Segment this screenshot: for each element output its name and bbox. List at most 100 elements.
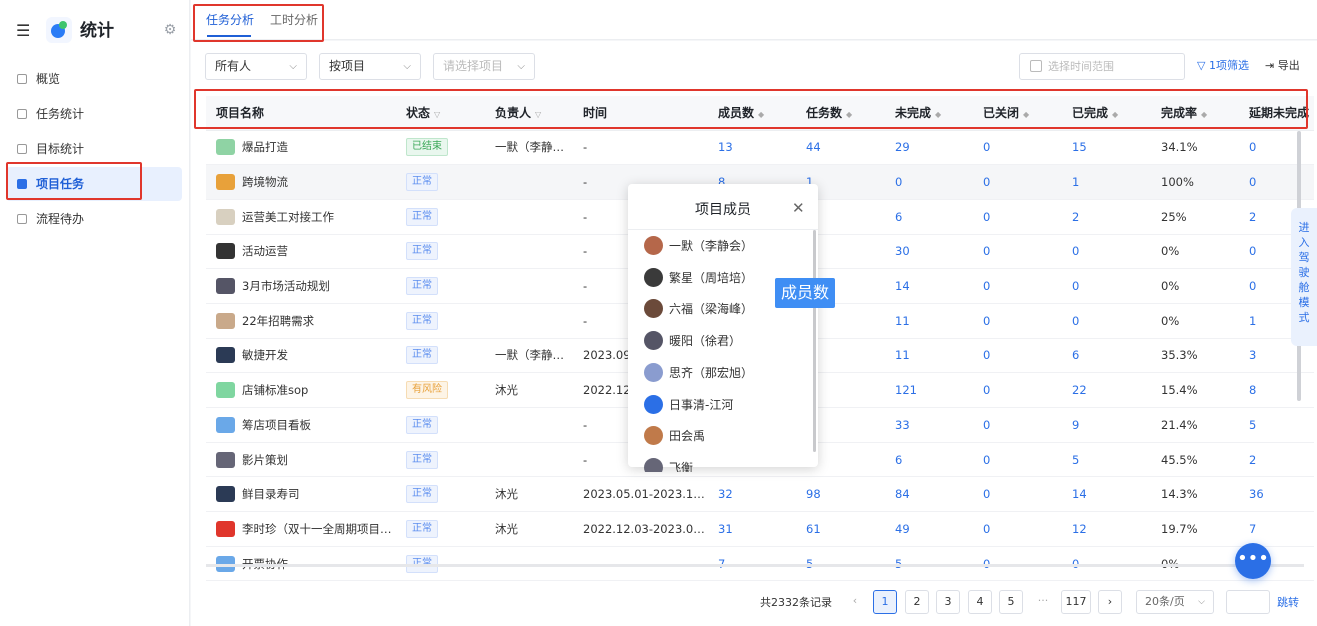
member-item[interactable]: 田会禹 — [644, 426, 705, 446]
page-button[interactable]: 3 — [936, 590, 960, 614]
member-item[interactable]: 思齐（那宏旭） — [644, 362, 753, 383]
closed-cell[interactable]: 0 — [973, 234, 1062, 270]
open-cell[interactable]: 6 — [885, 199, 973, 235]
member-item[interactable]: 繁星（周培培） — [644, 267, 753, 288]
export-button[interactable]: ⇥ 导出 — [1265, 59, 1300, 73]
page-button-last[interactable]: 117 — [1061, 590, 1091, 614]
gear-icon[interactable]: ⚙ — [162, 22, 178, 38]
table-row[interactable]: 李时珍（双十一全周期项目… 正常 沐光 2022.12.03-2023.03.02 31… — [206, 511, 1314, 547]
open-cell[interactable]: 49 — [885, 511, 973, 547]
column-header[interactable]: 项目名称 — [206, 96, 396, 131]
sort-icon[interactable]: ◆ — [1023, 110, 1029, 119]
open-cell[interactable]: 84 — [885, 476, 973, 513]
page-button[interactable]: 1 — [873, 590, 897, 614]
page-button[interactable]: 5 — [999, 590, 1023, 614]
table-row[interactable]: 鲜目录寿司 正常 沐光 2023.05.01-2023.12.12 32 98 84 0 14 1… — [206, 476, 1314, 513]
group-by-select[interactable]: 按项目 ⌵ — [319, 53, 421, 80]
done-cell[interactable]: 22 — [1062, 372, 1151, 408]
closed-cell[interactable]: 0 — [973, 199, 1062, 235]
done-cell[interactable]: 2 — [1062, 199, 1151, 235]
delayed-cell[interactable]: 36 — [1239, 476, 1314, 513]
done-cell[interactable]: 0 — [1062, 303, 1151, 339]
sidebar-item-task-stats[interactable]: 任务统计 — [6, 97, 182, 131]
sidebar-item-project-tasks[interactable]: 项目任务 — [6, 167, 182, 201]
tasks-cell[interactable]: 61 — [796, 511, 885, 547]
delayed-cell[interactable]: 0 — [1239, 130, 1314, 166]
members-cell[interactable]: 32 — [708, 476, 796, 513]
closed-cell[interactable]: 0 — [973, 511, 1062, 547]
column-header[interactable]: 已关闭 ◆ — [973, 96, 1062, 131]
open-cell[interactable]: 29 — [885, 130, 973, 166]
open-cell[interactable]: 33 — [885, 407, 973, 443]
delayed-cell[interactable]: 5 — [1239, 407, 1314, 443]
column-header[interactable]: 负责人 ▽ — [485, 96, 573, 131]
member-item[interactable]: 一默（李静会） — [644, 236, 753, 256]
column-header[interactable]: 时间 — [573, 96, 708, 131]
open-cell[interactable]: 11 — [885, 338, 973, 374]
jump-page-input[interactable] — [1226, 590, 1270, 614]
column-header[interactable]: 已完成 ◆ — [1062, 96, 1151, 131]
open-cell[interactable]: 14 — [885, 268, 973, 304]
close-icon[interactable]: ✕ — [792, 199, 805, 217]
open-cell[interactable]: 121 — [885, 372, 973, 408]
delayed-cell[interactable]: 2 — [1239, 442, 1314, 478]
page-size-select[interactable]: 20条/页 ⌵ — [1136, 590, 1214, 614]
column-header[interactable]: 状态 ▽ — [396, 96, 485, 131]
column-header[interactable]: 完成率 ◆ — [1151, 96, 1239, 131]
closed-cell[interactable]: 0 — [973, 442, 1062, 478]
open-cell[interactable]: 6 — [885, 442, 973, 478]
done-cell[interactable]: 14 — [1062, 476, 1151, 513]
delayed-cell[interactable]: 0 — [1239, 164, 1314, 200]
column-header[interactable]: 任务数 ◆ — [796, 96, 885, 131]
tab-worktime-analysis[interactable]: 工时分析 — [270, 12, 318, 28]
closed-cell[interactable]: 0 — [973, 268, 1062, 304]
prev-page-button[interactable]: ‹ — [843, 590, 867, 614]
person-select[interactable]: 所有人 ⌵ — [205, 53, 307, 80]
closed-cell[interactable]: 0 — [973, 130, 1062, 166]
sort-icon[interactable]: ◆ — [1201, 110, 1207, 119]
members-cell[interactable]: 31 — [708, 511, 796, 547]
table-row[interactable]: 爆品打造 已结束 一默（李静… - 13 44 29 0 15 34.1% 0 — [206, 130, 1314, 166]
closed-cell[interactable]: 0 — [973, 164, 1062, 200]
horizontal-scrollbar[interactable] — [206, 564, 1304, 567]
popup-scrollbar[interactable] — [813, 230, 816, 452]
member-item[interactable]: 飞衡 — [644, 457, 693, 472]
sort-icon[interactable]: ◆ — [758, 110, 764, 119]
closed-cell[interactable]: 0 — [973, 407, 1062, 443]
sort-icon[interactable]: ◆ — [846, 110, 852, 119]
open-cell[interactable]: 30 — [885, 234, 973, 270]
member-item[interactable]: 日事清-江河 — [644, 394, 733, 415]
page-button[interactable]: 4 — [968, 590, 992, 614]
page-ellipsis[interactable]: ··· — [1031, 590, 1055, 614]
done-cell[interactable]: 5 — [1062, 442, 1151, 478]
member-item[interactable]: 六福（梁海峰） — [644, 299, 753, 319]
done-cell[interactable]: 15 — [1062, 130, 1151, 166]
done-cell[interactable]: 12 — [1062, 511, 1151, 547]
sidebar-item-goal-stats[interactable]: 目标统计 — [6, 132, 182, 166]
closed-cell[interactable]: 0 — [973, 338, 1062, 374]
filter-icon[interactable]: ▽ — [535, 110, 541, 119]
column-header[interactable]: 成员数 ◆ — [708, 96, 796, 131]
done-cell[interactable]: 1 — [1062, 164, 1151, 200]
member-item[interactable]: 暖阳（徐君） — [644, 331, 741, 351]
more-actions-button[interactable]: ••• — [1235, 543, 1271, 579]
column-header[interactable]: 未完成 ◆ — [885, 96, 973, 131]
open-cell[interactable]: 11 — [885, 303, 973, 339]
page-button[interactable]: 2 — [905, 590, 929, 614]
tasks-cell[interactable]: 98 — [796, 476, 885, 513]
closed-cell[interactable]: 0 — [973, 372, 1062, 408]
cockpit-mode-button[interactable]: 进入驾驶舱模式 — [1291, 208, 1317, 346]
delayed-cell[interactable]: 7 — [1239, 511, 1314, 547]
sort-icon[interactable]: ◆ — [935, 110, 941, 119]
tasks-cell[interactable]: 44 — [796, 130, 885, 166]
sidebar-item-overview[interactable]: 概览 — [6, 62, 182, 96]
members-cell[interactable]: 13 — [708, 130, 796, 166]
date-range-input[interactable]: 选择时间范围 — [1019, 53, 1185, 80]
project-select[interactable]: 请选择项目 ⌵ — [433, 53, 535, 80]
done-cell[interactable]: 9 — [1062, 407, 1151, 443]
filter-icon[interactable]: ▽ — [434, 110, 440, 119]
open-cell[interactable]: 0 — [885, 164, 973, 200]
delayed-cell[interactable]: 8 — [1239, 372, 1314, 408]
sidebar-item-workflow-todo[interactable]: 流程待办 — [6, 202, 182, 236]
done-cell[interactable]: 6 — [1062, 338, 1151, 374]
